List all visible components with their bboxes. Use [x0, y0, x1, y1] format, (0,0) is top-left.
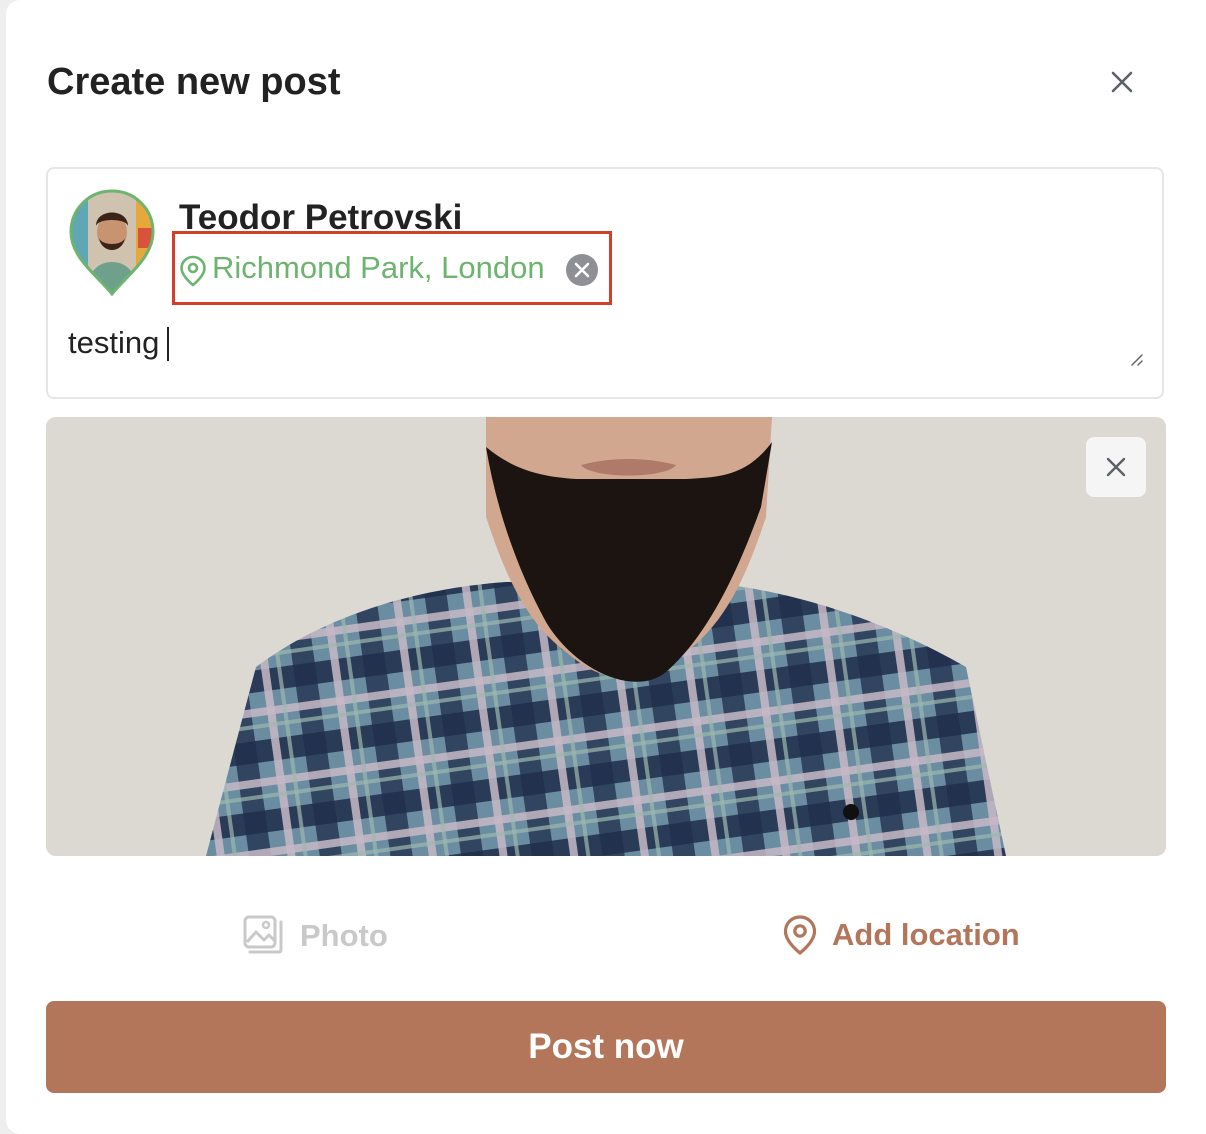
- map-pin-icon: [180, 255, 206, 287]
- close-button[interactable]: [1102, 62, 1142, 102]
- create-post-modal: Create new post Teodor Petrovski Richmon…: [6, 0, 1206, 1134]
- photo-image: [46, 417, 1166, 856]
- post-text-input[interactable]: testing: [68, 323, 1128, 363]
- text-caret: [167, 327, 169, 361]
- post-actions-bar: Photo Add location: [46, 900, 1166, 974]
- location-name: Richmond Park, London: [212, 250, 545, 285]
- image-icon: [243, 915, 283, 954]
- add-photo-label: Photo: [300, 918, 388, 953]
- post-now-button[interactable]: Post now: [46, 1001, 1166, 1093]
- attached-photo: [46, 417, 1166, 856]
- modal-title: Create new post: [47, 61, 341, 103]
- add-location-label: Add location: [832, 917, 1020, 952]
- map-pin-icon: [783, 915, 817, 956]
- remove-photo-button[interactable]: [1086, 437, 1146, 497]
- close-icon: [1111, 71, 1133, 93]
- close-icon: [1106, 457, 1126, 477]
- remove-location-button[interactable]: [566, 254, 598, 286]
- add-photo-button[interactable]: Photo: [242, 914, 388, 958]
- add-location-button[interactable]: Add location: [782, 914, 1020, 956]
- selected-location-chip: Richmond Park, London: [172, 231, 612, 305]
- resize-handle-icon[interactable]: [1128, 351, 1144, 367]
- post-composer: Teodor Petrovski Richmond Park, London t…: [46, 167, 1164, 399]
- avatar: [69, 189, 155, 297]
